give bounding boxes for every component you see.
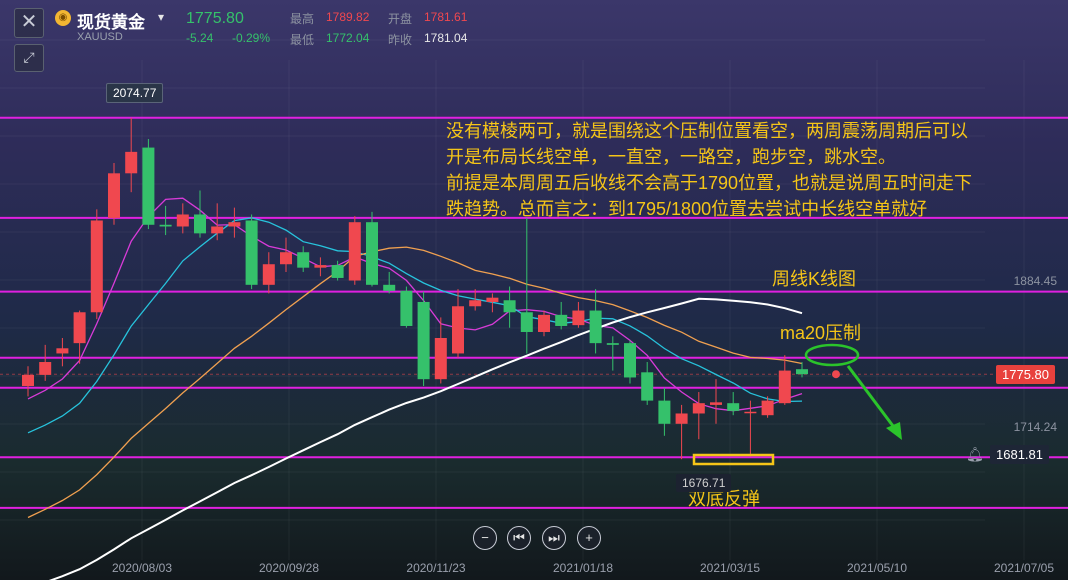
high-label: 最高 xyxy=(290,12,315,26)
weekly-chart-label: 周线K线图 xyxy=(772,269,857,289)
x-tick-label: 2021/03/15 xyxy=(700,561,760,575)
candle-body xyxy=(125,151,138,174)
bell-icon[interactable]: 🔔︎ xyxy=(966,446,984,463)
candle-body xyxy=(486,297,499,302)
candle-body xyxy=(675,413,688,424)
y-tick-label: 1884.45 xyxy=(1014,274,1058,288)
y-tick-label: 1714.24 xyxy=(1014,420,1058,434)
candle-body xyxy=(73,312,86,344)
open-label: 开盘 xyxy=(388,12,413,26)
candle-body xyxy=(262,264,275,285)
analysis-line: 没有模棱两可，就是围绕这个压制位置看空，两周震荡周期后可以 xyxy=(446,121,968,141)
candle-body xyxy=(245,220,258,285)
open-value: 1781.61 xyxy=(424,10,468,24)
candle-body xyxy=(503,300,516,313)
candle-body xyxy=(606,343,619,345)
candle-body xyxy=(383,284,396,291)
candle-body xyxy=(90,220,103,313)
candle-body xyxy=(400,290,413,326)
candle-body xyxy=(744,411,757,414)
instrument-title[interactable]: 现货黄金 xyxy=(77,8,145,33)
candle-body xyxy=(314,265,327,268)
candle-body xyxy=(434,337,447,380)
candle-body xyxy=(39,362,52,375)
analysis-line: 前提是本周周五后收线不会高于1790位置，也就是说周五时间走下 xyxy=(446,173,973,193)
candle-body xyxy=(572,310,585,326)
candle-body xyxy=(796,369,808,375)
candle-body xyxy=(176,214,189,227)
chevron-down-icon[interactable]: ▾ xyxy=(158,10,164,24)
candle-body xyxy=(56,348,69,354)
high-marker-tag: 2074.77 xyxy=(106,83,164,103)
x-tick-label: 2021/07/05 xyxy=(994,561,1054,575)
current-price-tag: 1775.80 xyxy=(996,365,1055,384)
candle-body xyxy=(727,403,740,411)
candle-body xyxy=(211,226,224,234)
zoom-out-button[interactable]: − xyxy=(473,526,497,550)
high-value: 1789.82 xyxy=(326,10,370,24)
candle-body xyxy=(22,374,34,387)
low-value: 1772.04 xyxy=(326,31,370,45)
gold-coin-icon: ◉ xyxy=(55,10,71,26)
candle-body xyxy=(778,370,791,404)
candle-body xyxy=(194,214,206,234)
candle-body xyxy=(641,372,654,401)
prev-close-label: 昨收 xyxy=(388,33,413,47)
candle-body xyxy=(108,173,120,218)
instrument-symbol: XAUUSD xyxy=(77,31,123,43)
prev-close-value: 1781.04 xyxy=(424,31,468,45)
ma5-line xyxy=(27,197,803,412)
candle-body xyxy=(658,400,671,424)
scroll-right-button[interactable]: ⏭ xyxy=(542,526,566,550)
x-tick-label: 2020/11/23 xyxy=(406,561,465,575)
candle-body xyxy=(452,306,464,354)
candle-body xyxy=(280,252,292,265)
quote-header: ✕ ◉ 现货黄金 ▾ XAUUSD 1775.80 -5.24 -0.29% 最… xyxy=(0,0,1068,48)
ma60-line xyxy=(48,297,803,580)
candle-body xyxy=(142,147,155,225)
analysis-line: 跌趋势。总而言之：到1795/1800位置去尝试中长线空单就好 xyxy=(446,199,928,219)
candle-body xyxy=(624,343,636,378)
price-change: -5.24 xyxy=(186,31,214,45)
x-tick-label: 2020/09/28 xyxy=(259,561,319,575)
candle-body xyxy=(589,310,602,344)
x-tick-label: 2020/08/03 xyxy=(112,561,172,575)
candle-body xyxy=(366,222,378,285)
chart-window: 2020/08/03 2020/09/28 2020/11/23 2021/01/18… xyxy=(0,0,1068,580)
candle-body xyxy=(761,400,774,416)
x-tick-label: 2021/01/18 xyxy=(553,561,613,575)
analysis-text: 没有模棱两可，就是围绕这个压制位置看空，两周震荡周期后可以 开是布局长线空单，一… xyxy=(446,118,972,222)
down-arrow-head xyxy=(886,422,902,440)
alert-price-tag[interactable]: 1681.81 xyxy=(990,445,1049,464)
low-label: 最低 xyxy=(290,33,315,47)
candle-body xyxy=(348,222,361,281)
candle-body xyxy=(538,314,550,332)
last-price: 1775.80 xyxy=(186,10,244,27)
price-change-percent: -0.29% xyxy=(232,31,271,45)
ma20-ellipse xyxy=(804,343,860,367)
low-marker-tag: 1676.71 xyxy=(676,474,732,492)
analysis-line: 开是布局长线空单，一直空，一路空，跑步空，跳水空。 xyxy=(446,147,896,167)
zoom-in-button[interactable]: + xyxy=(577,526,601,550)
candle-body xyxy=(331,265,344,278)
candle-body xyxy=(710,402,722,405)
candle-body xyxy=(417,301,430,380)
x-tick-label: 2021/05/10 xyxy=(847,561,907,575)
candle-body xyxy=(692,403,705,414)
ma20-resistance-label: ma20压制 xyxy=(780,323,862,343)
candle-body xyxy=(520,312,533,332)
candle-body xyxy=(159,224,172,227)
scroll-left-button[interactable]: ⏮ xyxy=(507,526,531,550)
candle-body xyxy=(555,314,568,326)
candle-body xyxy=(469,300,482,307)
candle-body xyxy=(297,252,310,268)
expand-icon[interactable]: ⤢ xyxy=(14,44,44,72)
candle-body xyxy=(228,222,241,227)
close-button[interactable]: ✕ xyxy=(14,8,44,38)
current-price-marker xyxy=(832,370,840,379)
